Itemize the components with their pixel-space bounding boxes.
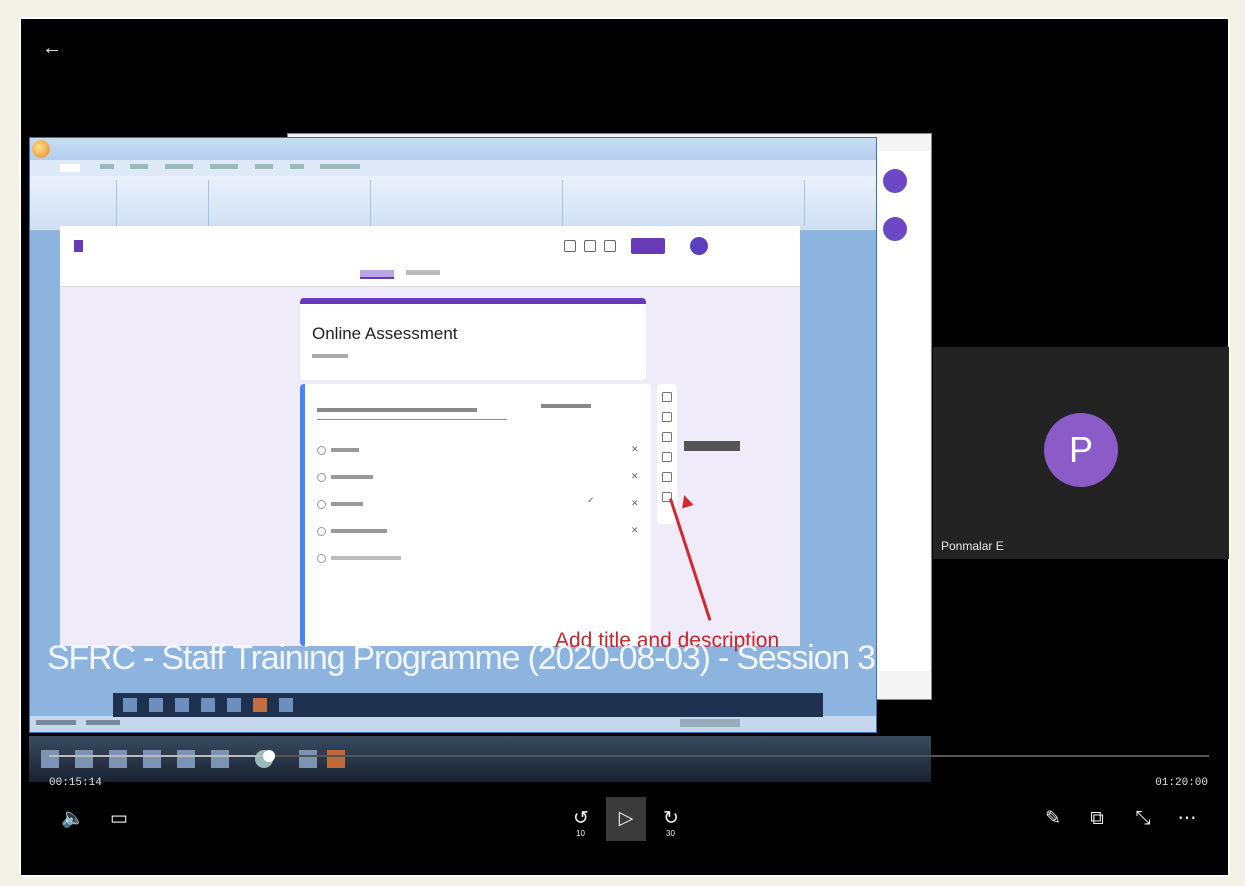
tab-questions [360, 270, 394, 279]
ribbon-group-slides [118, 180, 209, 226]
participant-avatar: P [1044, 413, 1118, 487]
background-meet-panel [875, 151, 930, 671]
background-avatar-icon [883, 217, 907, 241]
question-type-dropdown [541, 404, 591, 410]
volume-button[interactable]: 🔈 [55, 801, 91, 837]
office-button-icon [32, 140, 50, 158]
current-time: 00:15:14 [49, 777, 102, 789]
seek-bar[interactable] [49, 750, 1209, 762]
arrow-left-icon: ← [42, 37, 62, 59]
participant-tile: P Ponmalar E [933, 347, 1229, 559]
ppt-status-bar [30, 716, 876, 732]
captions-icon: ▭ [110, 808, 128, 829]
exit-fullscreen-button[interactable]: ⤡ [1125, 801, 1161, 837]
form-title-card: Online Assessment [300, 298, 646, 380]
exit-fullscreen-icon: ⤡ [1135, 808, 1151, 829]
more-options-icon: ⋯ [1177, 808, 1197, 829]
settings-icon [604, 240, 616, 252]
miniplayer-icon: ⧉ [1090, 808, 1104, 829]
rewind-seconds: 10 [576, 829, 585, 838]
option-row [317, 527, 387, 536]
forward-seconds: 30 [666, 829, 675, 838]
ribbon-group-paragraph [372, 180, 563, 226]
remove-option-icon: ✕ [631, 498, 639, 508]
ppt-ribbon-tabs [30, 160, 876, 176]
form-title: Online Assessment [312, 324, 458, 343]
forward-button[interactable]: ↻ 30 [653, 801, 689, 838]
seek-bar-progress [49, 755, 270, 757]
inner-taskbar [113, 693, 823, 717]
miniplayer-button[interactable]: ⧉ [1079, 801, 1115, 837]
ppt-ribbon [30, 176, 876, 231]
tab-responses [406, 270, 440, 275]
palette-icon [564, 240, 576, 252]
video-caption-subtitle: SFRC - Staff Training Programme (2020-08… [47, 639, 876, 677]
add-title-icon [662, 432, 672, 442]
ppt-titlebar [30, 138, 876, 160]
pen-icon: ✎ [1045, 808, 1061, 829]
outer-taskbar [29, 736, 931, 782]
shared-screen-video: Online Assessment ✕ ✕ ✕ ✕ ✓ Add title an… [29, 131, 932, 782]
option-row [317, 473, 373, 482]
ribbon-group-font [210, 180, 371, 226]
captions-button[interactable]: ▭ [101, 801, 137, 837]
video-player: ← Online Assessment ✕ ✕ ✕ ✕ ✓ Add title … [19, 17, 1230, 877]
more-options-button[interactable]: ⋯ [1169, 801, 1205, 837]
question-card: ✕ ✕ ✕ ✕ ✓ [300, 384, 651, 646]
option-row [317, 554, 401, 563]
remove-option-icon: ✕ [631, 525, 639, 535]
ribbon-group-drawing [564, 180, 805, 226]
participant-name: Ponmalar E [941, 539, 1004, 553]
volume-icon: 🔈 [61, 808, 85, 829]
google-forms-screenshot: Online Assessment ✕ ✕ ✕ ✕ ✓ [60, 226, 800, 646]
add-question-icon [662, 392, 672, 402]
forms-logo-icon [74, 240, 83, 252]
import-questions-icon [662, 412, 672, 422]
remove-option-icon: ✕ [631, 471, 639, 481]
form-description [312, 354, 348, 358]
send-button [631, 238, 665, 254]
account-avatar-icon [690, 237, 708, 255]
ribbon-group-clipboard [34, 180, 117, 226]
back-button[interactable]: ← [35, 31, 69, 65]
correct-answer-icon: ✓ [587, 495, 595, 505]
tooltip [684, 441, 740, 451]
rewind-button[interactable]: ↺ 10 [563, 801, 599, 838]
ribbon-group-editing [806, 180, 870, 226]
pen-button[interactable]: ✎ [1035, 801, 1071, 837]
total-duration: 01:20:00 [1155, 777, 1208, 789]
option-row [317, 446, 359, 455]
background-avatar-icon [883, 169, 907, 193]
option-row [317, 500, 363, 509]
play-icon: ▷ [618, 808, 634, 829]
forms-floating-toolbar [657, 384, 677, 524]
remove-option-icon: ✕ [631, 444, 639, 454]
play-button[interactable]: ▷ [606, 797, 646, 841]
add-video-icon [662, 472, 672, 482]
add-image-icon [662, 452, 672, 462]
preview-icon [584, 240, 596, 252]
question-text [317, 408, 507, 420]
forms-header [60, 226, 800, 287]
